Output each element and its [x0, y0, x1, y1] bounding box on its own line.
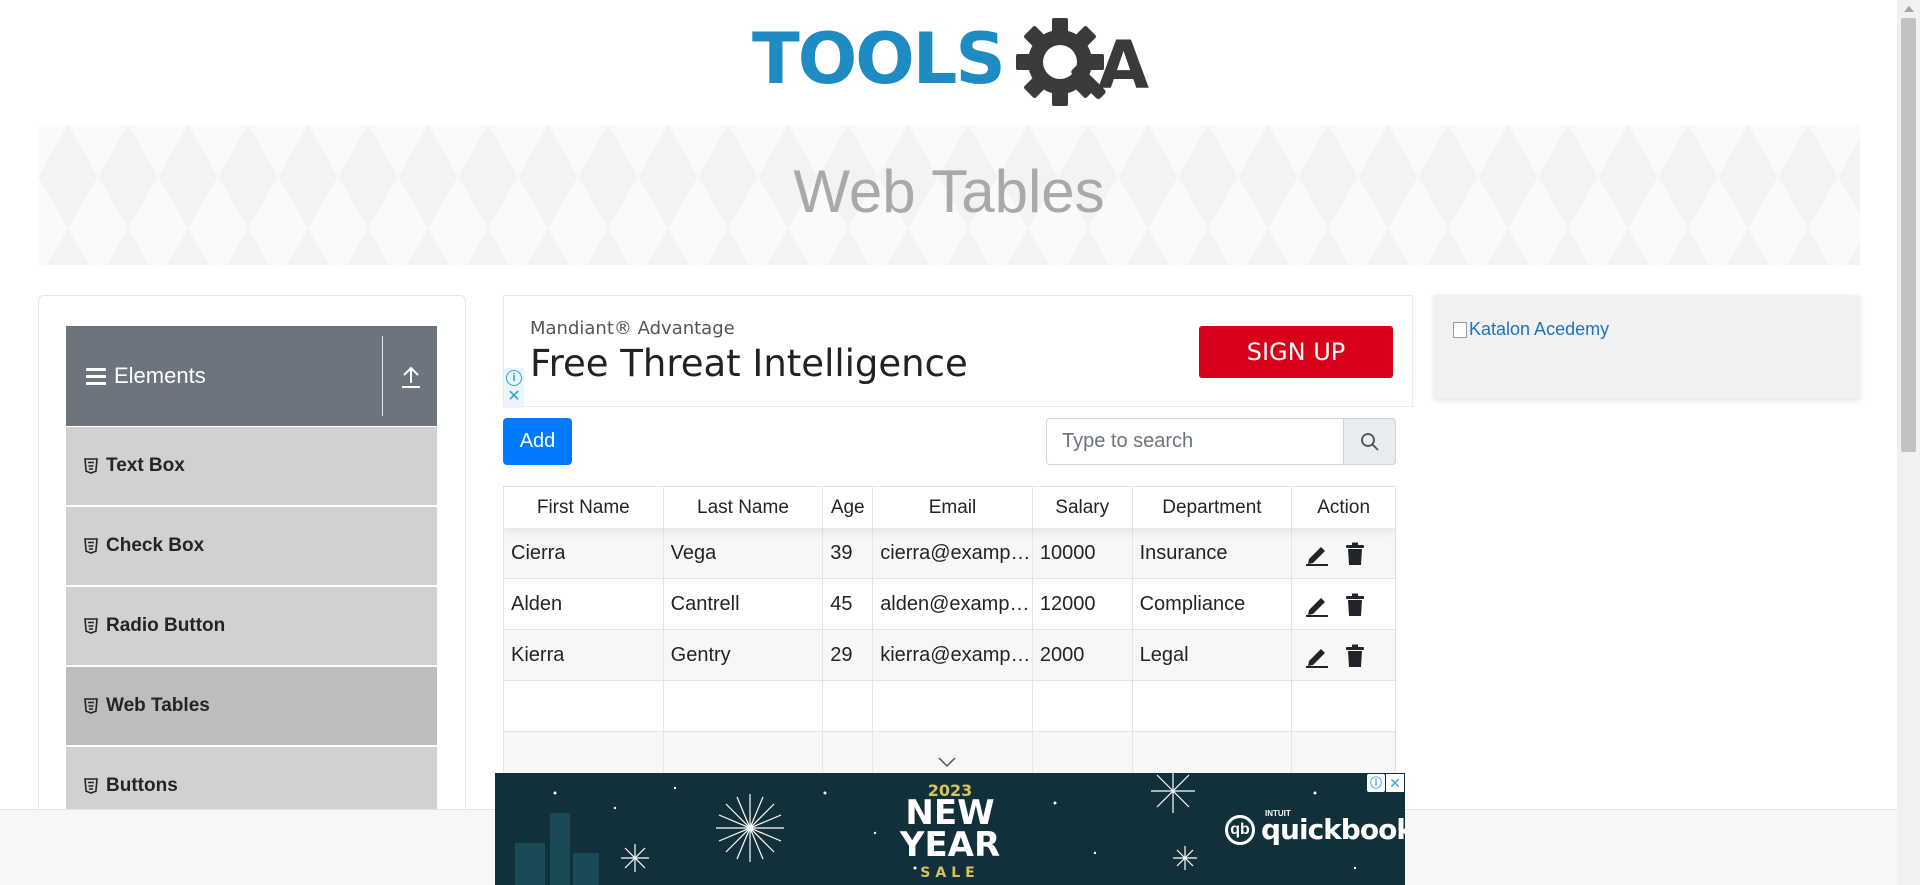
search-icon	[1360, 432, 1379, 451]
cell-actions	[1292, 630, 1395, 681]
edit-pencil-icon[interactable]	[1304, 542, 1330, 566]
cell-salary: 12000	[1033, 579, 1133, 630]
hamburger-icon	[86, 367, 106, 385]
logo-letter-a: A	[1098, 27, 1149, 104]
web-table: First Name Last Name Age Email Salary De…	[503, 486, 1396, 776]
ad-close-icon[interactable]: ✕	[1386, 774, 1404, 792]
cell-age: 45	[823, 579, 874, 630]
broken-image-icon	[1453, 321, 1467, 338]
column-header-salary[interactable]: Salary	[1033, 487, 1133, 528]
ad-choices[interactable]: i ✕	[504, 368, 524, 408]
delete-trash-icon[interactable]	[1344, 644, 1366, 668]
html5-icon	[84, 538, 98, 554]
top-ad-banner[interactable]: Mandiant® Advantage Free Threat Intellig…	[503, 295, 1413, 408]
table-row: Kierra Gentry 29 kierra@example.com 2000…	[504, 630, 1395, 681]
sidebar-item-label: Text Box	[106, 455, 185, 476]
cell-department: Insurance	[1133, 528, 1293, 579]
cell-salary: 2000	[1033, 630, 1133, 681]
ad-close-icon[interactable]: ✕	[506, 389, 522, 405]
edit-pencil-icon[interactable]	[1304, 644, 1330, 668]
column-header-age[interactable]: Age	[823, 487, 874, 528]
cell-department: Legal	[1133, 630, 1293, 681]
scroll-up-icon[interactable]	[1904, 6, 1914, 12]
group-title: Elements	[114, 363, 206, 388]
html5-icon	[84, 698, 98, 714]
page-scrollbar[interactable]	[1897, 0, 1920, 885]
table-row-empty	[504, 732, 1395, 775]
sidebar-item-radio-button[interactable]: Radio Button	[66, 587, 437, 665]
table-row-empty	[504, 681, 1395, 732]
ad-headline: Free Threat Intelligence	[530, 342, 968, 385]
header-divider	[382, 336, 383, 416]
column-header-last-name[interactable]: Last Name	[664, 487, 824, 528]
sidebar-item-label: Buttons	[106, 775, 178, 796]
sidebar-item-label: Radio Button	[106, 615, 226, 636]
bottom-ad-banner[interactable]: 2023 NEW YEAR SALE qb INTUIT quickbooks …	[495, 773, 1405, 885]
cell-email: alden@example.com	[873, 579, 1033, 630]
right-ad[interactable]: Katalon Acedemy	[1434, 295, 1860, 398]
page-banner: Web Tables	[38, 125, 1860, 265]
quickbooks-logo: qb INTUIT quickbooks	[1225, 809, 1405, 846]
cell-last-name: Cantrell	[664, 579, 824, 630]
cell-actions	[1292, 528, 1395, 579]
html5-icon	[84, 618, 98, 634]
scrollbar-thumb[interactable]	[1901, 18, 1916, 452]
ad-info-icon[interactable]: ⓘ	[1367, 774, 1385, 792]
elements-group-header[interactable]: Elements	[66, 326, 437, 426]
intuit-label: INTUIT	[1265, 809, 1291, 818]
left-sidebar: Elements Text Box Check Box Radio Button…	[38, 295, 466, 885]
cell-actions	[1292, 579, 1395, 630]
column-header-action[interactable]: Action	[1292, 487, 1395, 528]
delete-trash-icon[interactable]	[1344, 593, 1366, 617]
ad-sale: SALE	[920, 865, 980, 881]
edit-pencil-icon[interactable]	[1304, 593, 1330, 617]
column-header-email[interactable]: Email	[873, 487, 1033, 528]
cell-last-name: Gentry	[664, 630, 824, 681]
column-header-first-name[interactable]: First Name	[504, 487, 664, 528]
cell-first-name: Alden	[504, 579, 664, 630]
cell-email: kierra@example.com	[873, 630, 1033, 681]
table-header: First Name Last Name Age Email Salary De…	[504, 487, 1395, 528]
cell-first-name: Kierra	[504, 630, 664, 681]
sidebar-item-label: Web Tables	[106, 695, 210, 716]
cell-age: 39	[823, 528, 874, 579]
toolsqa-logo[interactable]: TOOLS A	[752, 18, 1152, 114]
cell-age: 29	[823, 630, 874, 681]
cell-last-name: Vega	[664, 528, 824, 579]
broken-image-alt: Katalon Acedemy	[1469, 319, 1610, 339]
ad-signup-button[interactable]: SIGN UP	[1199, 326, 1393, 378]
quickbooks-mark-icon: qb	[1225, 814, 1255, 845]
html5-icon	[84, 778, 98, 794]
search-input[interactable]	[1046, 418, 1343, 465]
search-button[interactable]	[1343, 418, 1396, 465]
cell-email: cierra@example.com	[873, 528, 1033, 579]
broken-image-link[interactable]: Katalon Acedemy	[1453, 319, 1609, 340]
cell-salary: 10000	[1033, 528, 1133, 579]
html5-icon	[84, 458, 98, 474]
sidebar-item-text-box[interactable]: Text Box	[66, 427, 437, 505]
gear-q-icon: A	[1016, 18, 1149, 106]
logo-wordmark: TOOLS	[752, 18, 1006, 100]
add-button[interactable]: Add	[503, 418, 572, 465]
ad-info-icon[interactable]: i	[506, 370, 522, 386]
cell-first-name: Cierra	[504, 528, 664, 579]
cell-department: Compliance	[1133, 579, 1293, 630]
search-box	[1046, 418, 1396, 465]
table-row: Alden Cantrell 45 alden@example.com 1200…	[504, 579, 1395, 630]
ad-subtitle: Mandiant® Advantage	[530, 318, 735, 339]
collapse-arrow-icon[interactable]	[396, 364, 426, 390]
delete-trash-icon[interactable]	[1344, 542, 1366, 566]
column-header-department[interactable]: Department	[1133, 487, 1293, 528]
sidebar-item-label: Check Box	[106, 535, 205, 556]
sidebar-item-check-box[interactable]: Check Box	[66, 507, 437, 585]
chevron-down-icon[interactable]	[936, 755, 958, 769]
table-row: Cierra Vega 39 cierra@example.com 10000 …	[504, 528, 1395, 579]
page-title: Web Tables	[793, 157, 1105, 225]
sidebar-item-web-tables[interactable]: Web Tables	[66, 667, 437, 745]
